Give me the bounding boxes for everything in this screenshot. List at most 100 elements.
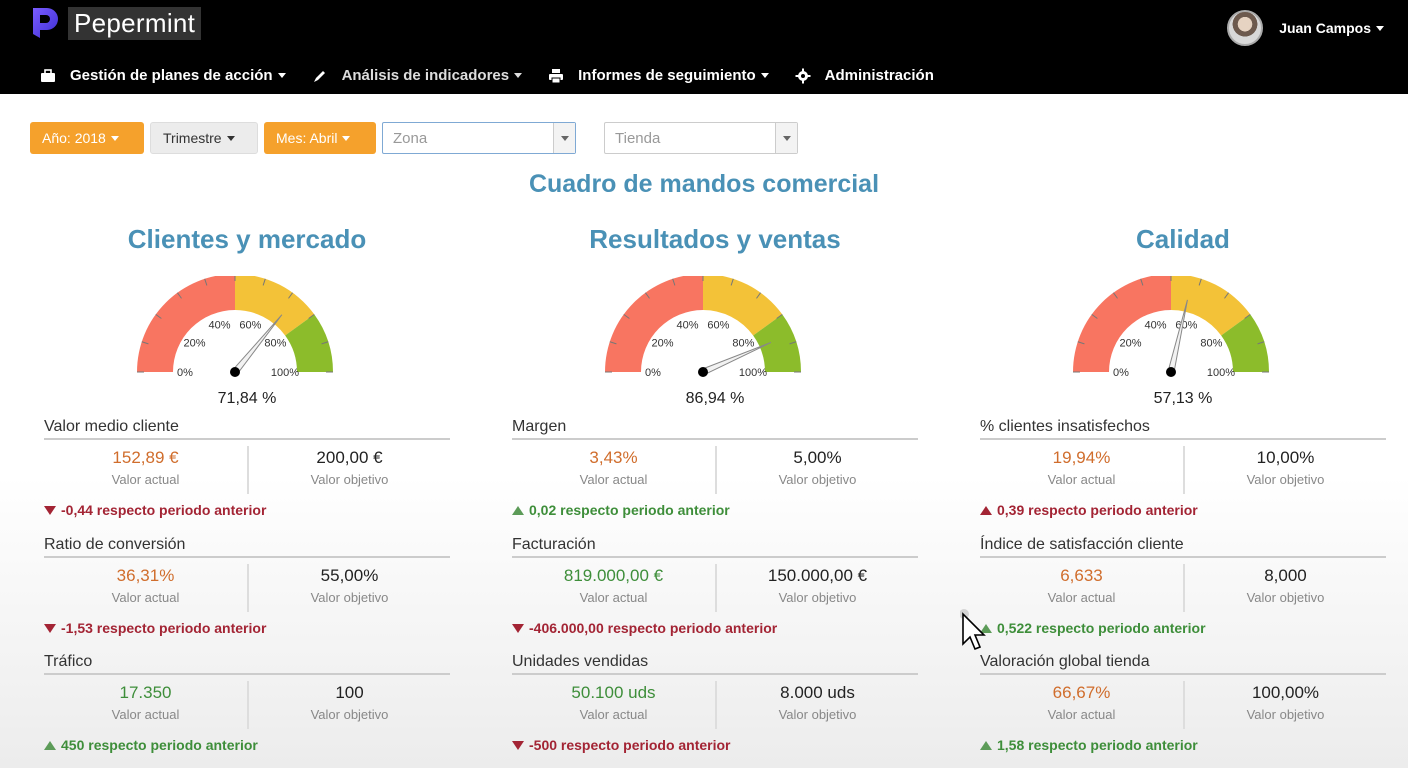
gauge-hub — [698, 367, 708, 377]
nav-item-analisis[interactable]: Análisis de indicadores — [312, 67, 523, 84]
kpi-delta: -500 respecto periodo anterior — [512, 737, 918, 753]
year-filter-button[interactable]: Año: 2018 — [30, 122, 144, 154]
main-nav: Gestión de planes de acción Análisis de … — [40, 67, 960, 84]
kpi-target-value: 10,00% — [1256, 448, 1315, 467]
tienda-placeholder: Tienda — [615, 129, 661, 147]
kpi-actual: 3,43% Valor actual — [512, 446, 715, 494]
pencil-icon — [313, 70, 325, 82]
gauge-tick-label: 80% — [732, 338, 754, 350]
kpi-name: Tráfico — [44, 653, 450, 675]
nav-item-informes[interactable]: Informes de seguimiento — [548, 67, 769, 84]
gauge-tick-label: 80% — [264, 338, 286, 350]
user-name: Juan Campos — [1279, 20, 1371, 36]
kpi-delta: -1,53 respecto periodo anterior — [44, 620, 450, 636]
nav-item-planes[interactable]: Gestión de planes de acción — [40, 67, 286, 84]
chevron-down-icon[interactable] — [775, 123, 797, 153]
kpi-name: % clientes insatisfechos — [980, 418, 1386, 440]
kpi-actual-value: 17.350 — [119, 683, 172, 702]
gauge-chart: 0% 20%40% 60%80% 100% — [1073, 276, 1269, 379]
quarter-filter-button[interactable]: Trimestre — [150, 122, 258, 154]
kpi-actual-label: Valor actual — [111, 472, 180, 487]
chevron-down-icon — [110, 135, 119, 141]
app-logo[interactable]: Pepermint — [30, 6, 202, 40]
column-calidad: Calidad 0% 20% 40% 60% 80% 100% 57,13 % — [980, 224, 1386, 410]
briefcase-icon — [41, 68, 55, 82]
chevron-down-icon — [226, 135, 235, 141]
kpi-values: 36,31% Valor actual 55,00% Valor objetivo — [44, 564, 450, 612]
kpi-card: Facturación 819.000,00 € Valor actual 150.0… — [512, 536, 918, 636]
kpi-values: 66,67% Valor actual 100,00% Valor objetivo — [980, 681, 1386, 729]
kpi-target-label: Valor objetivo — [778, 707, 857, 722]
kpi-target-value: 8,000 — [1264, 566, 1307, 585]
kpi-name: Unidades vendidas — [512, 653, 918, 675]
kpi-card: Margen 3,43% Valor actual 5,00% Valor objeti… — [512, 418, 918, 518]
kpi-values: 152,89 € Valor actual 200,00 € Valor objeti… — [44, 446, 450, 494]
kpi-name: Margen — [512, 418, 918, 440]
triangle-up-icon — [512, 505, 524, 515]
nav-label: Informes de seguimiento — [578, 67, 756, 84]
gear-icon — [795, 68, 811, 83]
kpi-actual-value: 152,89 € — [112, 448, 179, 467]
gauge-chart: 0% 20%40% 60%80% 100% — [605, 276, 801, 379]
triangle-up-icon — [980, 740, 992, 750]
gauge-tick-label: 40% — [677, 319, 699, 331]
kpi-delta: 0,522 respecto periodo anterior — [980, 620, 1386, 636]
column-title: Clientes y mercado — [127, 224, 367, 254]
kpi-target: 200,00 € Valor objetivo — [247, 446, 450, 494]
kpi-card: Tráfico 17.350 Valor actual 100 Valor objeti… — [44, 653, 450, 753]
kpi-target: 10,00% Valor objetivo — [1183, 446, 1386, 494]
month-filter-button[interactable]: Mes: Abril — [264, 122, 376, 154]
chevron-down-icon[interactable] — [553, 123, 575, 153]
kpi-actual: 6,633 Valor actual — [980, 564, 1183, 612]
kpi-target: 5,00% Valor objetivo — [715, 446, 918, 494]
nav-label: Administración — [824, 67, 934, 84]
triangle-down-icon — [44, 623, 56, 633]
column-title: Calidad — [1136, 224, 1230, 254]
kpi-actual: 152,89 € Valor actual — [44, 446, 247, 494]
kpi-actual: 19,94% Valor actual — [980, 446, 1183, 494]
kpi-delta-text: 1,58 respecto periodo anterior — [997, 737, 1198, 753]
gauge-tick-label: 20% — [652, 338, 674, 350]
pepermint-logo-icon — [33, 8, 58, 38]
top-navbar: Pepermint Juan Campos Gestión de planes … — [0, 0, 1408, 94]
kpi-name: Facturación — [512, 536, 918, 558]
gauge-hub — [1166, 367, 1176, 377]
kpi-target-value: 200,00 € — [316, 448, 383, 467]
kpi-actual-value: 19,94% — [1052, 448, 1111, 467]
gauge-hub — [230, 367, 240, 377]
kpi-actual-label: Valor actual — [1047, 472, 1116, 487]
kpi-delta: 450 respecto periodo anterior — [44, 737, 450, 753]
kpi-target: 100,00% Valor objetivo — [1183, 681, 1386, 729]
kpi-actual-value: 36,31% — [116, 566, 175, 585]
gauge-tick-label: 100% — [1207, 367, 1235, 379]
kpi-target-value: 150.000,00 € — [767, 566, 868, 585]
kpi-actual-value: 66,67% — [1052, 683, 1111, 702]
kpi-target-value: 100,00% — [1251, 683, 1320, 702]
page-title: Cuadro de mandos comercial — [528, 170, 880, 198]
gauge-tick-label: 100% — [739, 367, 767, 379]
kpi-target-label: Valor objetivo — [778, 472, 857, 487]
kpi-actual-value: 3,43% — [589, 448, 638, 467]
kpi-target-label: Valor objetivo — [1246, 472, 1325, 487]
user-menu[interactable]: Juan Campos — [1227, 10, 1384, 46]
kpi-delta: -406.000,00 respecto periodo anterior — [512, 620, 918, 636]
kpi-card: Valoración global tienda 66,67% Valor actu… — [980, 653, 1386, 753]
gauge-tick-label: 40% — [1145, 319, 1167, 331]
tienda-select[interactable]: Tienda — [604, 122, 798, 154]
triangle-up-icon — [980, 505, 992, 515]
kpi-delta-text: 450 respecto periodo anterior — [61, 737, 258, 753]
app-name: Pepermint — [68, 6, 202, 40]
triangle-down-icon — [512, 623, 524, 633]
kpi-name: Índice de satisfacción cliente — [980, 536, 1386, 558]
chevron-down-icon — [277, 73, 286, 78]
kpi-actual-label: Valor actual — [579, 472, 648, 487]
kpi-actual: 66,67% Valor actual — [980, 681, 1183, 729]
kpi-target: 8,000 Valor objetivo — [1183, 564, 1386, 612]
zona-select[interactable]: Zona — [382, 122, 576, 154]
gauge-tick-label: 100% — [271, 367, 299, 379]
gauge-tick-label: 60% — [707, 319, 729, 331]
gauge-value: 71,84 % — [217, 390, 277, 407]
nav-item-administracion[interactable]: Administración — [795, 67, 934, 84]
triangle-down-icon — [512, 740, 524, 750]
nav-label: Análisis de indicadores — [341, 67, 510, 84]
